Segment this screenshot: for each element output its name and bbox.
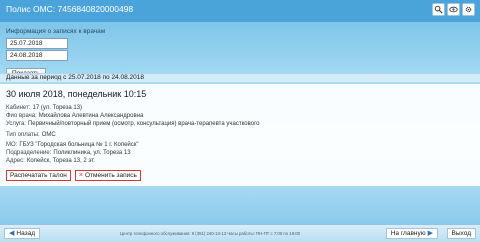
appointment-card: 30 июля 2018, понедельник 10:15 Кабинет:… bbox=[0, 84, 480, 186]
search-button[interactable] bbox=[432, 3, 445, 16]
address-row: Адрес: Копейск, Тореза 13, 2 эт. bbox=[6, 158, 95, 164]
back-label: Назад bbox=[16, 230, 36, 237]
request-label: Информация о записях к врачам bbox=[6, 28, 106, 35]
print-ticket-button[interactable]: Распечатать талон bbox=[6, 170, 71, 181]
doctor-label: Фио врача: bbox=[6, 113, 37, 119]
arrow-left-icon: ◀ bbox=[9, 230, 15, 237]
header-bar: Полис ОМС: 7456840820000498 bbox=[0, 0, 480, 22]
back-button[interactable]: ◀ Назад bbox=[4, 228, 41, 239]
payment-value: ОМС bbox=[41, 132, 56, 138]
home-label: На главную bbox=[390, 230, 426, 237]
period-text: Данные за период с 25.07.2018 по 24.08.2… bbox=[6, 74, 145, 81]
home-button[interactable]: На главную ▶ bbox=[385, 228, 438, 239]
mo-row: МО: ГБУЗ "Городская больница № 1 г. Копей… bbox=[6, 142, 139, 148]
gear-icon bbox=[465, 6, 472, 13]
appointment-actions: Распечатать талон × Отменить запись bbox=[6, 170, 141, 181]
doctor-row: Фио врача: Михайлова Алевтина Александров… bbox=[6, 113, 143, 119]
view-button[interactable] bbox=[447, 3, 460, 16]
payment-row: Тип оплаты: ОМС bbox=[6, 132, 56, 138]
cabinet-value: 17 (ул. Тореза 13) bbox=[32, 105, 83, 111]
arrow-right-icon: ▶ bbox=[427, 230, 433, 237]
service-row: Услуга: Первичный/повторный прием (осмотр… bbox=[6, 121, 259, 127]
department-value: Поликлиника, ул. Тореза 13 bbox=[53, 150, 131, 156]
date-from-field[interactable] bbox=[6, 38, 68, 49]
mo-label: МО: bbox=[6, 142, 18, 148]
payment-label: Тип оплаты: bbox=[6, 132, 40, 138]
doctor-value: Михайлова Алевтина Александровна bbox=[38, 113, 144, 119]
exit-button[interactable]: Выход bbox=[446, 228, 476, 239]
footer-bar: ◀ Назад Центр телефонного обслуживания: … bbox=[0, 224, 480, 242]
cancel-appointment-label: Отменить запись bbox=[85, 172, 137, 179]
address-value: Копейск, Тореза 13, 2 эт. bbox=[26, 158, 96, 164]
cancel-appointment-button[interactable]: × Отменить запись bbox=[74, 170, 141, 181]
search-icon bbox=[434, 5, 443, 14]
mo-value: ГБУЗ "Городская больница № 1 г. Копейск" bbox=[19, 142, 139, 148]
page-title: Полис ОМС: 7456840820000498 bbox=[6, 4, 134, 14]
department-label: Подразделение: bbox=[6, 150, 52, 156]
service-label: Услуга: bbox=[6, 121, 26, 127]
support-info: Центр телефонного обслуживания: 8 (351) … bbox=[120, 231, 301, 236]
header-toolbar bbox=[432, 3, 475, 16]
cabinet-label: Кабинет: bbox=[6, 105, 31, 111]
appointment-datetime: 30 июля 2018, понедельник 10:15 bbox=[6, 89, 147, 99]
service-value: Первичный/повторный прием (осмотр, консу… bbox=[27, 121, 260, 127]
address-label: Адрес: bbox=[6, 158, 25, 164]
date-to-field[interactable] bbox=[6, 50, 68, 61]
print-ticket-label: Распечатать талон bbox=[10, 172, 67, 179]
eye-icon bbox=[449, 6, 458, 13]
cabinet-row: Кабинет: 17 (ул. Тореза 13) bbox=[6, 105, 82, 111]
close-icon: × bbox=[78, 172, 83, 179]
period-bar: Данные за период с 25.07.2018 по 24.08.2… bbox=[0, 73, 480, 82]
exit-label: Выход bbox=[451, 230, 471, 237]
settings-button[interactable] bbox=[462, 3, 475, 16]
department-row: Подразделение: Поликлиника, ул. Тореза 13 bbox=[6, 150, 131, 156]
